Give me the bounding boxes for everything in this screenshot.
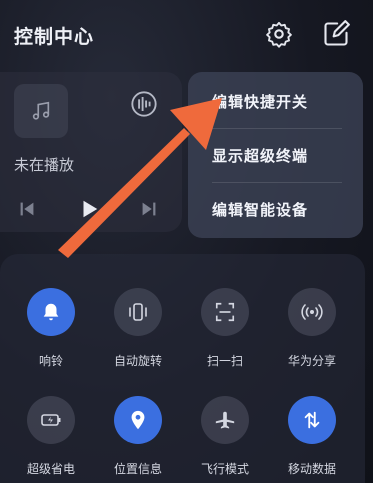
menu-item-show-super-device[interactable]: 显示超级终端 <box>188 128 363 182</box>
music-note-icon <box>32 101 50 120</box>
album-art <box>14 84 68 138</box>
mobile-data-icon <box>288 396 336 444</box>
play-icon[interactable] <box>78 198 100 220</box>
airplane-icon <box>201 396 249 444</box>
tile-label: 扫一扫 <box>206 354 243 368</box>
tile-airplane-mode[interactable]: 飞行模式 <box>180 374 270 476</box>
tile-label: 超级省电 <box>26 462 75 476</box>
tile-location[interactable]: 位置信息 <box>93 374 183 476</box>
tile-label: 移动数据 <box>287 462 336 476</box>
gear-icon[interactable] <box>265 20 293 48</box>
tile-label: 飞行模式 <box>200 462 249 476</box>
bell-icon <box>27 288 75 336</box>
menu-item-edit-shortcuts[interactable]: 编辑快捷开关 <box>188 74 363 128</box>
cast-icon[interactable] <box>130 90 158 118</box>
edit-icon[interactable] <box>322 20 350 48</box>
tile-label: 响铃 <box>38 354 63 368</box>
tile-label: 位置信息 <box>113 462 162 476</box>
tile-scan[interactable]: 扫一扫 <box>180 266 270 368</box>
edit-popup-menu: 编辑快捷开关 显示超级终端 编辑智能设备 <box>188 72 363 238</box>
previous-icon[interactable] <box>16 198 38 220</box>
quick-toggles-panel: 响铃 自动旋转 扫一扫 华为分享 超级省电 位置信息 飞行模式 移动数据 <box>0 254 365 483</box>
rotate-icon <box>114 288 162 336</box>
share-waves-icon <box>288 288 336 336</box>
battery-saver-icon <box>27 396 75 444</box>
tile-label: 华为分享 <box>287 354 336 368</box>
tile-mobile-data[interactable]: 移动数据 <box>267 374 357 476</box>
scan-icon <box>201 288 249 336</box>
tile-auto-rotate[interactable]: 自动旋转 <box>93 266 183 368</box>
page-title: 控制中心 <box>14 26 95 48</box>
tile-super-power-saving[interactable]: 超级省电 <box>6 374 96 476</box>
menu-item-edit-smart-devices[interactable]: 编辑智能设备 <box>188 182 363 236</box>
tile-huawei-share[interactable]: 华为分享 <box>267 266 357 368</box>
tile-label: 自动旋转 <box>113 354 162 368</box>
media-player-card[interactable]: 未在播放 <box>0 72 182 232</box>
location-icon <box>114 396 162 444</box>
next-icon[interactable] <box>138 198 160 220</box>
tile-ring[interactable]: 响铃 <box>6 266 96 368</box>
media-status-text: 未在播放 <box>14 156 75 174</box>
